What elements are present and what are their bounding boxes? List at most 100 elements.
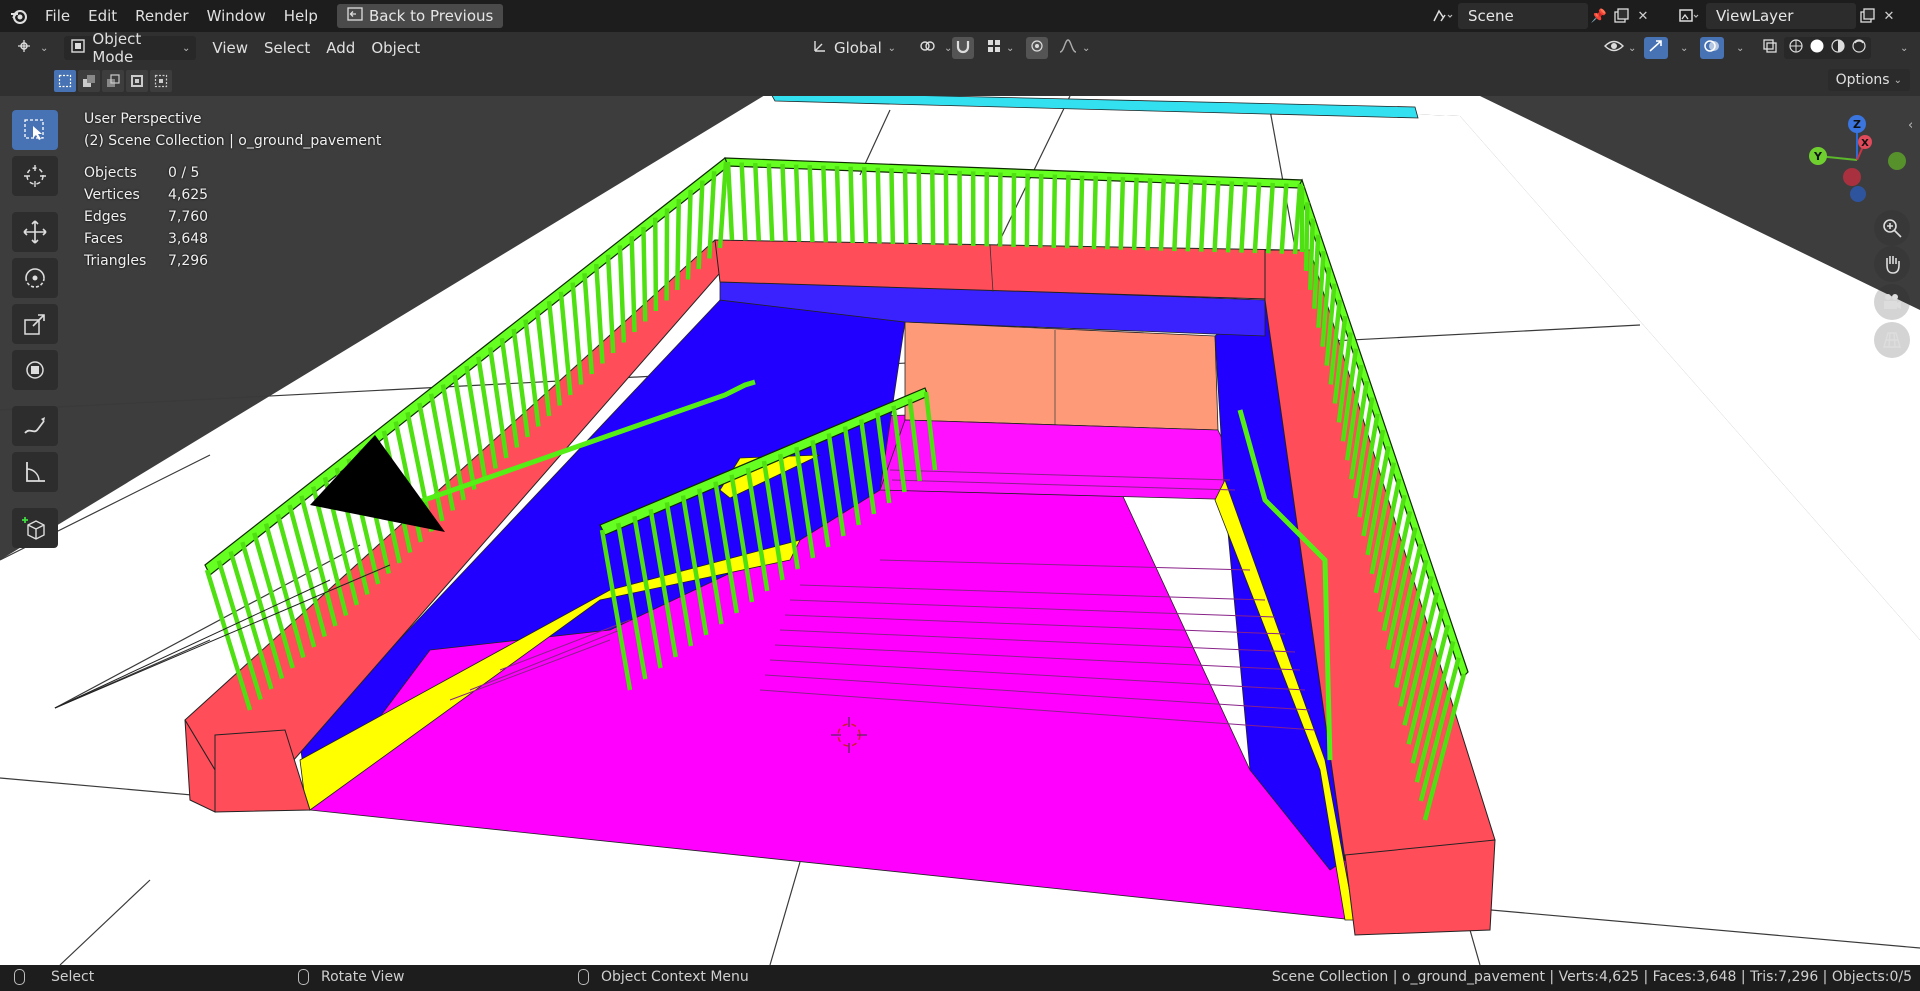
view-perspective-label: User Perspective: [84, 111, 202, 127]
menu-help[interactable]: Help: [275, 0, 327, 32]
mouse-middle-icon: [298, 969, 309, 985]
railing-baluster: [821, 165, 829, 243]
header-menu-select[interactable]: Select: [256, 39, 318, 57]
sidebar-toggle-icon[interactable]: ‹: [1908, 118, 1913, 133]
back-to-previous-label: Back to Previous: [368, 7, 494, 25]
pan-hand-icon[interactable]: [1874, 246, 1910, 282]
shading-modes: [1784, 37, 1871, 59]
proportional-edit-toggle[interactable]: [1026, 37, 1048, 59]
delete-scene-icon[interactable]: ✕: [1632, 5, 1654, 27]
tool-shelf: [12, 110, 58, 548]
ortho-grid-icon[interactable]: [1874, 322, 1910, 358]
railing-baluster: [1024, 173, 1030, 248]
menu-render[interactable]: Render: [126, 0, 197, 32]
railing-baluster: [641, 226, 648, 322]
stat-value: 4,625: [168, 187, 209, 203]
select-subtract-icon[interactable]: [102, 70, 124, 92]
railing-baluster: [1064, 175, 1071, 249]
header-menu-view[interactable]: View: [204, 39, 256, 57]
chevron-down-icon: ⌄: [1736, 42, 1745, 54]
menu-file[interactable]: File: [36, 0, 79, 32]
select-invert-icon[interactable]: [126, 70, 148, 92]
gizmo-dropdown[interactable]: ⌄: [1670, 36, 1694, 60]
view-layer-field[interactable]: ViewLayer: [1706, 3, 1856, 29]
orientation-label: Global: [834, 39, 882, 57]
overlays-icon: [1703, 38, 1721, 58]
railing-baluster: [834, 166, 842, 243]
header-menu-add[interactable]: Add: [318, 39, 363, 57]
menu-window[interactable]: Window: [198, 0, 275, 32]
select-new-icon[interactable]: [54, 70, 76, 92]
railing-baluster: [675, 199, 682, 291]
solid-shading-icon[interactable]: [1809, 38, 1825, 58]
gizmo-toggle[interactable]: [1644, 37, 1668, 59]
proportional-icon: [1030, 39, 1044, 57]
railing-baluster: [861, 167, 869, 244]
scene-selector: Scene 📌 ✕: [1426, 3, 1654, 29]
chevron-down-icon: ⌄: [40, 42, 49, 54]
scene-name-field[interactable]: Scene: [1458, 3, 1588, 29]
viewport-header: ⌄ Object Mode ⌄ View Select Add Object G…: [0, 30, 1920, 66]
delete-view-layer-icon[interactable]: ✕: [1878, 5, 1900, 27]
pin-icon[interactable]: 📌: [1588, 5, 1610, 27]
view-layer-selector: ViewLayer ✕: [1672, 3, 1900, 29]
stat-value: 7,296: [168, 253, 209, 269]
select-box-tool-icon[interactable]: [12, 110, 58, 150]
railing-baluster: [1118, 177, 1126, 250]
selection-modes: [54, 70, 172, 92]
status-context-hint: Object Context Menu: [578, 969, 749, 985]
falloff-button[interactable]: ⌄: [1052, 36, 1096, 60]
back-to-previous-button[interactable]: Back to Previous: [336, 4, 504, 28]
zoom-icon[interactable]: [1874, 210, 1910, 246]
select-intersect-icon[interactable]: [150, 70, 172, 92]
select-extend-icon[interactable]: [78, 70, 100, 92]
chevron-down-icon: ⌄: [1006, 42, 1015, 54]
menu-edit[interactable]: Edit: [79, 0, 126, 32]
stat-value: 0 / 5: [168, 165, 200, 181]
stat-value: 3,648: [168, 231, 209, 247]
status-bar: Select Rotate View Object Context Menu S…: [0, 965, 1920, 991]
header-menu-object[interactable]: Object: [363, 39, 428, 57]
new-view-layer-icon[interactable]: [1856, 5, 1878, 27]
rotate-tool-icon[interactable]: [12, 258, 58, 298]
move-tool-icon[interactable]: [12, 212, 58, 252]
railing-baluster: [930, 169, 936, 246]
overlays-toggle[interactable]: [1700, 37, 1724, 59]
view-layer-icon[interactable]: [1672, 5, 1706, 27]
transform-tool-icon[interactable]: [12, 350, 58, 390]
scale-tool-icon[interactable]: [12, 304, 58, 344]
railing-baluster: [1145, 178, 1153, 251]
transform-orientation-dropdown[interactable]: Global ⌄: [806, 36, 902, 60]
options-label: Options: [1835, 72, 1890, 88]
snap-toggle[interactable]: [952, 37, 974, 59]
rendered-shading-icon[interactable]: [1851, 38, 1867, 58]
cursor-tool-icon[interactable]: [12, 156, 58, 196]
editor-type-button[interactable]: ⌄: [10, 36, 54, 60]
material-shading-icon[interactable]: [1830, 38, 1846, 58]
overlays-dropdown[interactable]: ⌄: [1726, 36, 1750, 60]
camera-view-icon[interactable]: [1874, 284, 1910, 320]
blender-logo-icon[interactable]: [8, 5, 30, 27]
mode-dropdown[interactable]: Object Mode ⌄: [64, 30, 197, 66]
xray-toggle[interactable]: [1756, 36, 1784, 60]
scene-icon[interactable]: [1426, 5, 1458, 27]
stat-triangles: Triangles 7,296: [84, 250, 381, 272]
gizmo-neg-x: [1843, 168, 1861, 186]
stat-label: Objects: [84, 165, 137, 181]
new-scene-icon[interactable]: [1610, 5, 1632, 27]
annotate-tool-icon[interactable]: [12, 406, 58, 446]
add-cube-tool-icon[interactable]: [12, 508, 58, 548]
railing-baluster: [1158, 178, 1167, 251]
options-dropdown[interactable]: Options ⌄: [1827, 69, 1910, 91]
stat-faces: Faces 3,648: [84, 228, 381, 250]
editor-type-icon: [16, 37, 36, 59]
status-select-hint: Select: [14, 969, 94, 985]
visibility-button[interactable]: ⌄: [1598, 36, 1642, 60]
measure-tool-icon[interactable]: [12, 452, 58, 492]
navigation-gizmo[interactable]: Z Y X: [1802, 110, 1912, 210]
status-scene-summary: Scene Collection | o_ground_pavement | V…: [1271, 969, 1912, 985]
railing-baluster: [1091, 176, 1098, 250]
wireframe-shading-icon[interactable]: [1788, 38, 1804, 58]
shading-dropdown[interactable]: ⌄: [1890, 36, 1914, 60]
snap-element-button[interactable]: ⌄: [980, 36, 1020, 60]
